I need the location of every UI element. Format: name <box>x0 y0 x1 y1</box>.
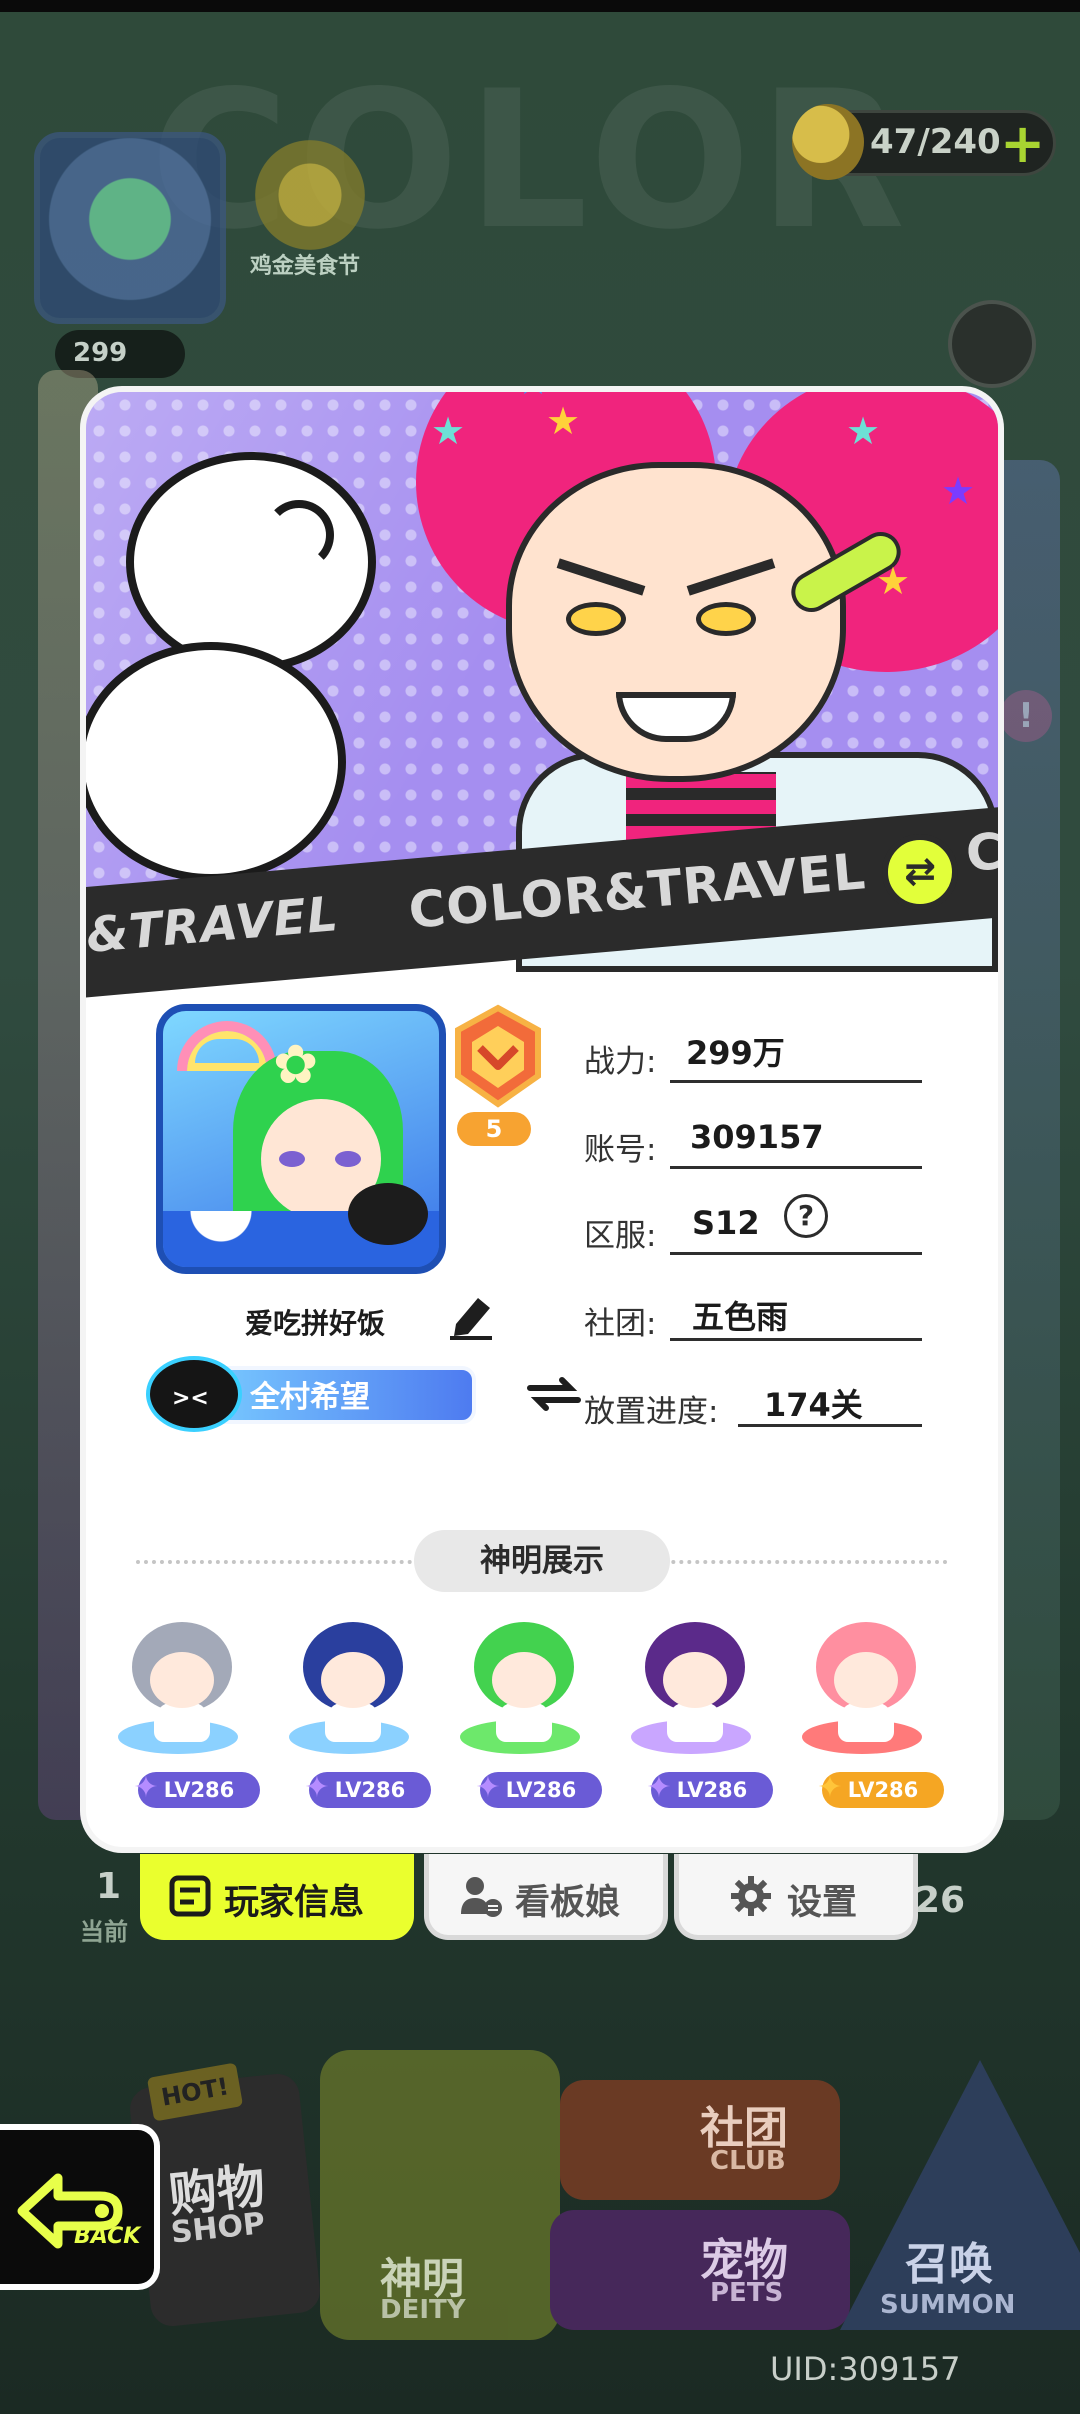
star-icon: ★ <box>431 409 466 453</box>
status-bar <box>0 0 1080 12</box>
star-icon: ★ <box>546 399 581 443</box>
tab-player-info[interactable]: 玩家信息 <box>140 1854 414 1940</box>
background-count-right: 26 <box>915 1880 966 1921</box>
player-avatar[interactable]: ✿ <box>156 1004 446 1274</box>
deity-face <box>492 1652 556 1708</box>
event-label: 鸡金美食节 <box>250 254 361 279</box>
help-icon[interactable]: ? <box>784 1194 828 1238</box>
avatar-pet <box>348 1183 428 1245</box>
player-name: 爱吃拼好饭 <box>244 1307 385 1340</box>
gear-icon <box>731 1876 771 1916</box>
character-eye-left <box>566 602 626 636</box>
deity-body <box>154 1702 210 1742</box>
back-label: BACK <box>74 2224 141 2249</box>
server-underline <box>670 1252 922 1255</box>
deity-label-en: DEITY <box>380 2295 466 2325</box>
tab-mascot[interactable]: 看板娘 <box>424 1854 668 1940</box>
club-label-en: CLUB <box>710 2146 786 2176</box>
id-card-icon <box>169 1875 211 1917</box>
tab-player-info-label: 玩家信息 <box>224 1883 365 1923</box>
tab-settings[interactable]: 设置 <box>674 1854 918 1940</box>
tab-settings-label: 设置 <box>787 1883 858 1923</box>
rank-badge-icon[interactable] <box>446 1004 550 1108</box>
account-label: 账号: <box>584 1132 657 1168</box>
club-underline <box>670 1338 922 1341</box>
rarity-gem-icon: ✦ <box>475 1770 501 1805</box>
user-swap-icon <box>461 1877 502 1917</box>
deity-face <box>321 1652 385 1708</box>
deity-face <box>663 1652 727 1708</box>
background-count-caption: 当前 <box>80 1918 128 1946</box>
player-profile-card: ★ ★ ★ ★ ★ ★ &TRAVEL COLOR&TRAVEL ⇄ CC ✿ … <box>86 392 998 1847</box>
rarity-gem-icon: ✦ <box>133 1770 159 1805</box>
club-menu-button: 社团 CLUB <box>560 2080 840 2200</box>
deity-face <box>150 1652 214 1708</box>
power-underline <box>670 1080 922 1083</box>
rarity-gem-icon: ✦ <box>304 1770 330 1805</box>
rainbow-icon <box>177 1021 277 1071</box>
power-label: 战力: <box>584 1044 657 1080</box>
deity-menu-button: 神明 DEITY <box>320 2050 560 2340</box>
rarity-gem-icon: ✦ <box>817 1770 843 1805</box>
background-player-avatar <box>34 132 226 324</box>
character-eye-right <box>696 602 756 636</box>
pets-menu-button: 宠物 PETS <box>550 2210 850 2330</box>
idle-progress-value: 174关 <box>764 1386 863 1424</box>
ghost-character-bottom <box>86 642 346 882</box>
back-button[interactable]: BACK <box>0 2124 160 2290</box>
deity-card[interactable] <box>98 1602 258 1792</box>
flower-icon: ✿ <box>273 1033 319 1096</box>
banner-text-end: CC <box>963 818 998 884</box>
avatar-eye <box>279 1151 305 1167</box>
avatar-eye <box>335 1151 361 1167</box>
stamina-count: 47/240 <box>870 122 1001 162</box>
star-icon: ★ <box>941 469 976 513</box>
idle-progress-underline <box>738 1424 922 1427</box>
pets-label-en: PETS <box>710 2278 784 2308</box>
star-icon: ★ <box>516 392 550 400</box>
club-label: 社团: <box>584 1306 657 1342</box>
rarity-gem-icon: ✦ <box>646 1770 672 1805</box>
background-chat-icon <box>948 300 1036 388</box>
deity-body <box>496 1702 552 1742</box>
star-icon: ★ <box>876 559 911 603</box>
deity-card[interactable] <box>440 1602 600 1792</box>
deity-face <box>834 1652 898 1708</box>
event-icon <box>255 140 365 250</box>
power-value: 299万 <box>686 1034 785 1072</box>
deity-body <box>667 1702 723 1742</box>
deity-card[interactable] <box>782 1602 942 1792</box>
uid-label: UID:309157 <box>770 2350 961 2388</box>
tab-mascot-label: 看板娘 <box>515 1883 621 1923</box>
stamina-coin-icon <box>792 104 864 180</box>
mascot-eyes-icon: >< <box>172 1386 209 1411</box>
rank-level: 5 <box>457 1112 531 1146</box>
swap-badge-icon: ⇄ <box>882 834 958 910</box>
deity-body <box>838 1702 894 1742</box>
deity-card[interactable] <box>611 1602 771 1792</box>
summon-label-cn: 召唤 <box>905 2239 993 2290</box>
account-value: 309157 <box>690 1118 824 1156</box>
summon-label-en: SUMMON <box>880 2290 1016 2320</box>
account-underline <box>670 1166 922 1169</box>
edit-name-icon[interactable] <box>446 1290 496 1340</box>
switch-title-icon[interactable] <box>526 1372 582 1416</box>
player-title: 全村希望 <box>250 1380 370 1415</box>
background-count-left: 1 <box>96 1866 122 1907</box>
deity-body <box>325 1702 381 1742</box>
club-value: 五色雨 <box>692 1298 789 1336</box>
deity-card[interactable] <box>269 1602 429 1792</box>
add-stamina-icon: + <box>1000 112 1046 175</box>
star-icon: ★ <box>846 409 881 453</box>
title-mascot-icon: >< <box>146 1356 242 1432</box>
ghost-character-top <box>126 452 376 672</box>
deity-showcase-title: 神明展示 <box>414 1530 670 1592</box>
server-label: 区服: <box>584 1218 657 1254</box>
player-title-badge[interactable]: 全村希望 >< <box>146 1354 516 1434</box>
ghost-eye <box>264 500 334 570</box>
server-value: S12 <box>692 1204 760 1242</box>
idle-progress-label: 放置进度: <box>584 1394 719 1430</box>
